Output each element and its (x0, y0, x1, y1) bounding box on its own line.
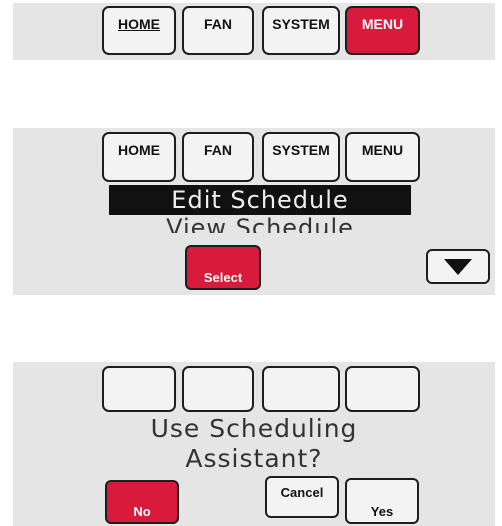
tab-menu[interactable]: MENU (345, 132, 420, 182)
scroll-down-button[interactable] (426, 249, 490, 284)
blank-key-3[interactable] (262, 366, 340, 412)
tab-system-label: SYSTEM (272, 16, 330, 32)
prompt-line-1: Use Scheduling (150, 414, 358, 443)
blank-key-4[interactable] (345, 366, 420, 412)
tab-home-label: HOME (118, 142, 160, 158)
tab-system[interactable]: SYSTEM (262, 6, 340, 55)
tab-fan-label: FAN (204, 142, 232, 158)
blank-key-1[interactable] (102, 366, 176, 412)
thermostat-screen-2: HOME FAN SYSTEM MENU Edit Schedule View … (13, 128, 495, 295)
tab-menu-label: MENU (361, 16, 404, 32)
thermostat-screen-1: HOME FAN SYSTEM MENU (13, 3, 495, 60)
tab-fan[interactable]: FAN (182, 132, 254, 182)
triangle-down-icon (444, 259, 472, 275)
thermostat-screen-3: Use Scheduling Assistant? No Cancel Yes (13, 362, 495, 526)
tab-system[interactable]: SYSTEM (262, 132, 340, 182)
select-button[interactable]: Select (185, 245, 261, 290)
cancel-button[interactable]: Cancel (265, 476, 339, 518)
tab-home-label: HOME (118, 16, 160, 32)
tab-home[interactable]: HOME (102, 132, 176, 182)
tab-fan-label: FAN (204, 16, 232, 32)
menu-item-edit-schedule[interactable]: Edit Schedule (109, 185, 411, 215)
yes-button[interactable]: Yes (345, 478, 419, 524)
blank-key-2[interactable] (182, 366, 254, 412)
tab-fan[interactable]: FAN (182, 6, 254, 55)
tab-system-label: SYSTEM (272, 142, 330, 158)
no-button[interactable]: No (105, 480, 179, 524)
tab-menu[interactable]: MENU (345, 6, 420, 55)
prompt-line-2: Assistant? (185, 444, 323, 473)
tab-menu-label: MENU (361, 142, 404, 158)
menu-item-view-schedule[interactable]: View Schedule (109, 214, 411, 233)
tab-home[interactable]: HOME (102, 6, 176, 55)
